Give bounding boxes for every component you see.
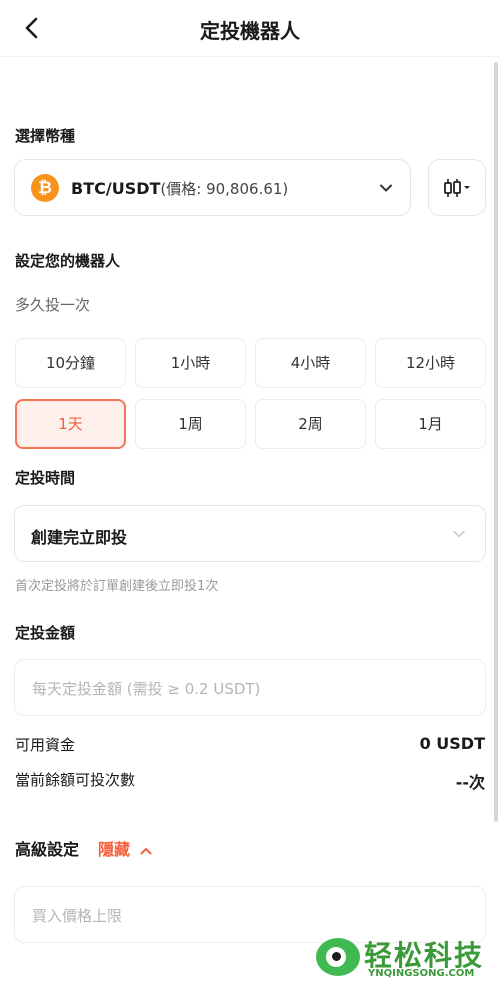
watermark-logo-icon [316, 938, 360, 976]
frequency-option-4h[interactable]: 4小時 [255, 338, 366, 388]
chevron-down-icon [380, 184, 392, 192]
frequency-option-10min[interactable]: 10分鐘 [15, 338, 126, 388]
coin-select[interactable]: ₿ BTC/USDT(價格: 90,806.61) [14, 159, 411, 216]
advanced-settings-label: 高級設定 [15, 840, 80, 859]
frequency-option-1d[interactable]: 1天 [15, 399, 126, 449]
watermark-url: YNQINGSONG.COM [368, 968, 475, 979]
frequency-option-2w[interactable]: 2周 [255, 399, 366, 449]
hide-toggle-label: 隱藏 [98, 840, 131, 859]
amount-input[interactable] [30, 660, 474, 717]
advanced-hide-toggle[interactable]: 隱藏 [98, 836, 153, 860]
coin-price: (價格: 90,806.61) [160, 180, 289, 198]
bitcoin-icon: ₿ [31, 174, 59, 202]
robot-section-label: 設定您的機器人 [15, 252, 121, 270]
kline-chart-button[interactable] [428, 159, 486, 216]
coin-pair-text: BTC/USDT(價格: 90,806.61) [71, 178, 288, 199]
amount-field[interactable] [14, 659, 486, 717]
frequency-option-1w[interactable]: 1周 [135, 399, 246, 449]
coin-pair-name: BTC/USDT [71, 179, 161, 198]
frequency-option-1h[interactable]: 1小時 [135, 338, 246, 388]
scrollbar[interactable] [494, 62, 498, 822]
page-title: 定投機器人 [200, 19, 300, 43]
invest-time-hint: 首次定投將於訂單創建後立即投1次 [15, 579, 219, 594]
frequency-option-1m[interactable]: 1月 [375, 399, 486, 449]
invest-time-value: 創建完立即投 [31, 528, 128, 547]
amount-section-label: 定投金額 [15, 624, 76, 642]
frequency-label: 多久投一次 [15, 296, 91, 314]
available-funds-label: 可用資金 [15, 736, 76, 754]
top-bar: 定投機器人 [0, 0, 500, 57]
candlestick-chart-icon [444, 179, 470, 197]
invest-time-select[interactable]: 創建完立即投 [14, 505, 486, 562]
remaining-times-value: --次 [455, 773, 485, 792]
remaining-times-label: 當前餘額可投次數 [15, 771, 136, 789]
time-section-label: 定投時間 [15, 469, 76, 487]
chevron-down-icon [453, 530, 465, 538]
watermark: 轻松科技 YNQINGSONG.COM [316, 936, 500, 981]
coin-section-label: 選擇幣種 [15, 127, 76, 145]
frequency-option-12h[interactable]: 12小時 [375, 338, 486, 388]
chevron-up-icon [140, 847, 152, 854]
available-funds-value: 0 USDT [419, 734, 485, 753]
